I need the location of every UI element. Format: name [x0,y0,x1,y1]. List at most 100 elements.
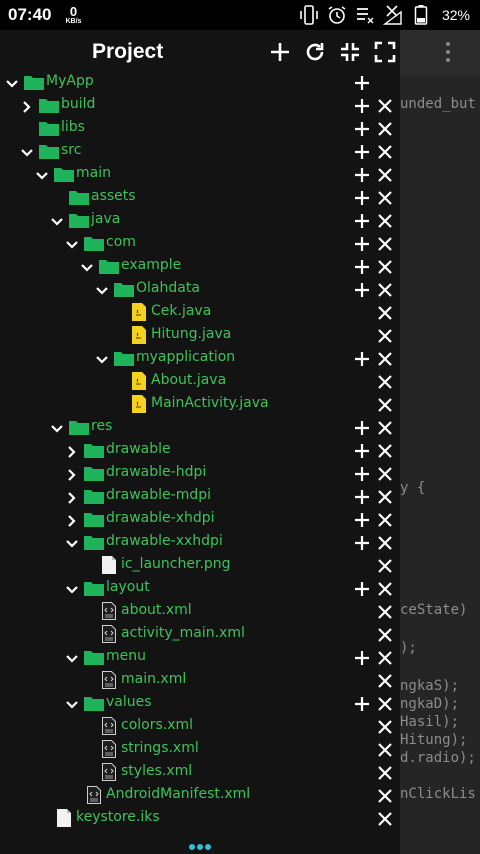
tree-row[interactable]: styles.xml [0,761,400,784]
chevron-down-icon[interactable] [20,145,34,159]
tree-item-label[interactable]: drawable-mdpi [106,487,211,503]
tree-item-label[interactable]: drawable-hdpi [106,464,206,480]
tree-row[interactable]: drawable-xhdpi [0,508,400,531]
tree-row[interactable]: assets [0,186,400,209]
tree-row[interactable]: MyApp [0,71,400,94]
delete-icon[interactable] [377,190,393,206]
tree-row[interactable]: layout [0,577,400,600]
delete-icon[interactable] [377,420,393,436]
add-icon[interactable] [354,282,370,298]
delete-icon[interactable] [377,489,393,505]
tree-row[interactable]: src [0,140,400,163]
tree-row[interactable]: example [0,255,400,278]
tree-item-label[interactable]: drawable-xxhdpi [106,533,223,549]
tree-item-label[interactable]: layout [106,579,150,595]
tree-item-label[interactable]: MainActivity.java [151,395,269,411]
delete-icon[interactable] [377,581,393,597]
add-icon[interactable] [354,75,370,91]
chevron-right-icon[interactable] [20,99,34,113]
tree-item-label[interactable]: ic_launcher.png [121,556,231,572]
chevron-down-icon[interactable] [35,168,49,182]
delete-icon[interactable] [377,719,393,735]
delete-icon[interactable] [377,305,393,321]
tree-item-label[interactable]: Cek.java [151,303,211,319]
delete-icon[interactable] [377,167,393,183]
expand-icon[interactable] [373,40,397,64]
tree-item-label[interactable]: about.xml [121,602,192,618]
add-icon[interactable] [354,489,370,505]
add-icon[interactable] [354,121,370,137]
tree-item-label[interactable]: strings.xml [121,740,199,756]
add-icon[interactable] [354,167,370,183]
tree-row[interactable]: main.xml [0,669,400,692]
tree-item-label[interactable]: values [106,694,152,710]
chevron-right-icon[interactable] [65,444,79,458]
tree-item-label[interactable]: src [61,142,81,158]
tree-row[interactable]: About.java [0,370,400,393]
delete-icon[interactable] [377,98,393,114]
add-icon[interactable] [354,98,370,114]
add-icon[interactable] [354,512,370,528]
delete-icon[interactable] [377,673,393,689]
tree-row[interactable]: activity_main.xml [0,623,400,646]
add-icon[interactable] [268,40,292,64]
tree-item-label[interactable]: styles.xml [121,763,192,779]
tree-item-label[interactable]: java [91,211,120,227]
tree-item-label[interactable]: main.xml [121,671,186,687]
delete-icon[interactable] [377,811,393,827]
tree-row[interactable]: res [0,416,400,439]
delete-icon[interactable] [377,121,393,137]
chevron-down-icon[interactable] [95,352,109,366]
chevron-down-icon[interactable] [50,214,64,228]
delete-icon[interactable] [377,443,393,459]
delete-icon[interactable] [377,351,393,367]
add-icon[interactable] [354,443,370,459]
tree-row[interactable]: menu [0,646,400,669]
tree-row[interactable]: com [0,232,400,255]
delete-icon[interactable] [377,604,393,620]
tree-row[interactable]: values [0,692,400,715]
chevron-down-icon[interactable] [5,76,19,90]
chevron-down-icon[interactable] [65,237,79,251]
delete-icon[interactable] [377,788,393,804]
tree-row[interactable]: ic_launcher.png [0,554,400,577]
tree-row[interactable]: build [0,94,400,117]
tree-row[interactable]: myapplication [0,347,400,370]
delete-icon[interactable] [377,397,393,413]
chevron-down-icon[interactable] [95,283,109,297]
delete-icon[interactable] [377,650,393,666]
tree-item-label[interactable]: libs [61,119,85,135]
add-icon[interactable] [354,581,370,597]
tree-row[interactable]: about.xml [0,600,400,623]
delete-icon[interactable] [377,236,393,252]
chevron-down-icon[interactable] [65,697,79,711]
tree-item-label[interactable]: myapplication [136,349,235,365]
tree-item-label[interactable]: drawable [106,441,171,457]
add-icon[interactable] [354,144,370,160]
chevron-down-icon[interactable] [65,651,79,665]
chevron-down-icon[interactable] [65,582,79,596]
tree-row[interactable]: strings.xml [0,738,400,761]
overflow-menu-icon[interactable] [440,38,456,70]
tree-item-label[interactable]: assets [91,188,136,204]
tree-item-label[interactable]: com [106,234,136,250]
tree-row[interactable]: colors.xml [0,715,400,738]
tree-item-label[interactable]: build [61,96,95,112]
chevron-down-icon[interactable] [50,421,64,435]
delete-icon[interactable] [377,259,393,275]
chevron-right-icon[interactable] [65,490,79,504]
delete-icon[interactable] [377,144,393,160]
tree-row[interactable]: drawable-xxhdpi [0,531,400,554]
add-icon[interactable] [354,351,370,367]
add-icon[interactable] [354,650,370,666]
add-icon[interactable] [354,190,370,206]
delete-icon[interactable] [377,742,393,758]
tree-row[interactable]: Hitung.java [0,324,400,347]
tree-row[interactable]: Cek.java [0,301,400,324]
add-icon[interactable] [354,696,370,712]
add-icon[interactable] [354,535,370,551]
delete-icon[interactable] [377,328,393,344]
tree-item-label[interactable]: Olahdata [136,280,200,296]
tree-row[interactable]: MainActivity.java [0,393,400,416]
chevron-down-icon[interactable] [80,260,94,274]
